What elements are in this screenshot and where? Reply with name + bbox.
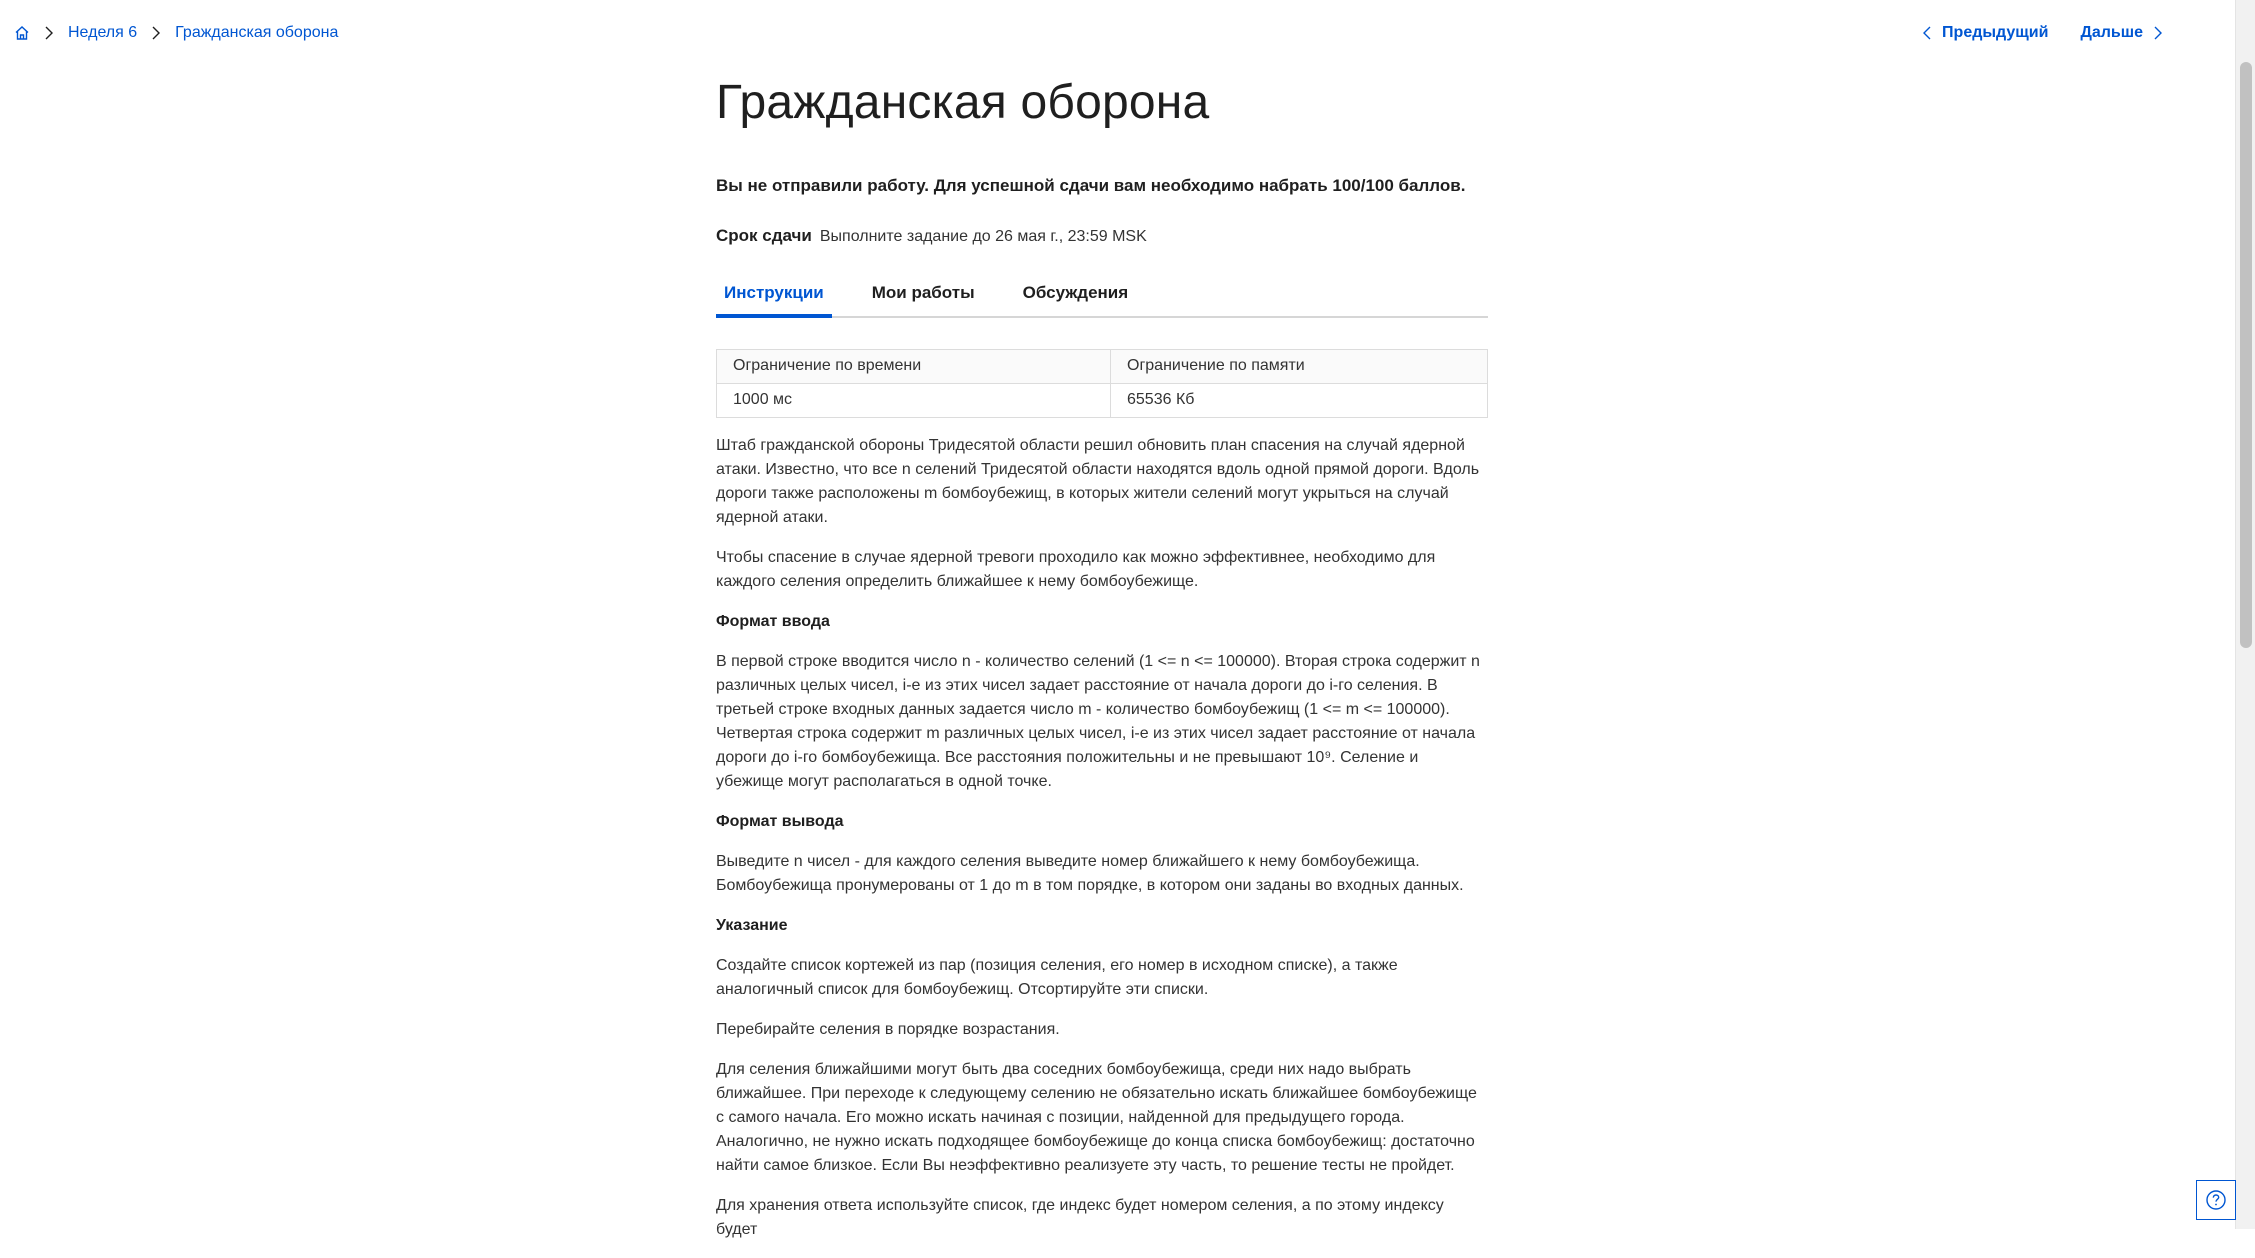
tab-instructions[interactable]: Инструкции: [716, 272, 832, 318]
section-heading: Формат вывода: [716, 812, 844, 830]
paragraph: В первой строке вводится число n - колич…: [716, 652, 1480, 790]
deadline-value: Выполните задание до 26 мая г., 23:59 MS…: [819, 227, 1147, 245]
tab-discussions[interactable]: Обсуждения: [1015, 272, 1137, 316]
table-cell: 65536 Кб: [1110, 382, 1488, 418]
main-content: Гражданская оборона Вы не отправили рабо…: [716, 60, 1488, 1258]
item-navigation: Предыдущий Дальше: [1922, 24, 2163, 42]
previous-label: Предыдущий: [1942, 24, 2049, 41]
limits-table: Ограничение по времени Ограничение по па…: [716, 348, 1488, 418]
table-header-row: Ограничение по времени Ограничение по па…: [716, 348, 1488, 384]
help-button[interactable]: [2196, 1180, 2236, 1220]
paragraph: Штаб гражданской обороны Тридесятой обла…: [716, 436, 1480, 526]
paragraph: Создайте список кортежей из пар (позиция…: [716, 956, 1398, 998]
table-row: 1000 мс 65536 Кб: [716, 382, 1488, 418]
question-icon: [2205, 1189, 2227, 1211]
submission-status: Вы не отправили работу. Для успешной сда…: [716, 175, 1466, 195]
scrollbar[interactable]: [2235, 0, 2255, 1229]
paragraph: Чтобы спасение в случае ядерной тревоги …: [716, 548, 1436, 590]
table-header: Ограничение по времени: [716, 348, 1111, 384]
chevron-left-icon: [1922, 26, 1932, 40]
paragraph: Для селения ближайшими могут быть два со…: [716, 1060, 1477, 1174]
chevron-right-icon: [44, 26, 54, 40]
section-heading: Формат ввода: [716, 612, 830, 630]
chevron-right-icon: [151, 26, 161, 40]
deadline-label: Срок сдачи: [716, 225, 812, 245]
paragraph: Выведите n чисел - для каждого селения в…: [716, 852, 1464, 894]
home-icon[interactable]: [14, 25, 30, 41]
deadline: Срок сдачи Выполните задание до 26 мая г…: [716, 226, 1488, 246]
instructions-body: Штаб гражданской обороны Тридесятой обла…: [716, 434, 1488, 1242]
section-heading: Указание: [716, 916, 788, 934]
previous-button[interactable]: Предыдущий: [1922, 24, 2048, 42]
next-button[interactable]: Дальше: [2080, 24, 2163, 42]
next-label: Дальше: [2080, 24, 2143, 41]
table-cell: 1000 мс: [716, 382, 1111, 418]
tab-bar: Инструкции Мои работы Обсуждения: [716, 272, 1488, 318]
breadcrumb-current[interactable]: Гражданская оборона: [175, 24, 338, 42]
table-header: Ограничение по памяти: [1110, 348, 1488, 384]
chevron-right-icon: [2153, 26, 2163, 40]
paragraph: Перебирайте селения в порядке возрастани…: [716, 1020, 1060, 1038]
scrollbar-thumb[interactable]: [2240, 62, 2252, 648]
breadcrumb: Неделя 6 Гражданская оборона: [14, 24, 338, 42]
paragraph: Для хранения ответа используйте список, …: [716, 1196, 1444, 1238]
tab-my-submissions[interactable]: Мои работы: [864, 272, 983, 316]
page-title: Гражданская оборона: [716, 76, 1210, 129]
breadcrumb-week[interactable]: Неделя 6: [68, 24, 137, 42]
